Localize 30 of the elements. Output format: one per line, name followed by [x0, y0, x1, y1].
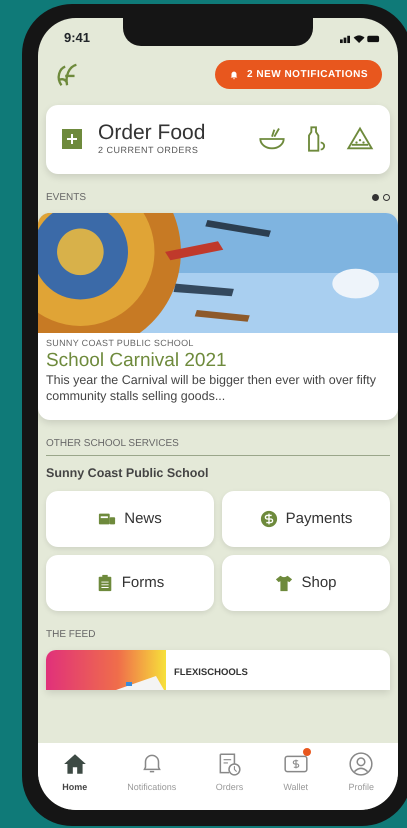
plus-icon [62, 129, 82, 150]
order-food-card[interactable]: Order Food 2 CURRENT ORDERS [46, 105, 390, 174]
service-button[interactable]: Shop [222, 555, 390, 612]
event-school: SUNNY COAST PUBLIC SCHOOL [46, 336, 195, 350]
order-count: 2 CURRENT ORDERS [98, 144, 200, 158]
event-card[interactable]: SUNNY COAST PUBLIC SCHOOL School Carnival 2021 This year the Carnival will be bigger then ever with over fifty community stalls selling goods... [38, 212, 398, 420]
clipboard-icon [96, 574, 114, 592]
service-button[interactable]: News [46, 491, 214, 548]
shirt-icon [275, 574, 294, 592]
order-food-title: Order Food [98, 121, 206, 144]
event-title: School Carnival 2021 [46, 350, 228, 372]
school-name: Sunny Coast Public School [46, 465, 210, 482]
service-button[interactable]: Forms [46, 555, 214, 612]
page-dot[interactable] [372, 194, 379, 201]
feed-source: FLEXISCHOOLS [173, 666, 248, 680]
event-description: This year the Carnival will be bigger then ever with over fifty community stalls selling goods... [46, 372, 378, 404]
section-heading: THE FEED [46, 628, 96, 642]
bell-icon [229, 70, 240, 80]
service-button[interactable]: Payments [222, 491, 390, 548]
page-dot[interactable] [383, 194, 390, 201]
status-icons [340, 32, 380, 44]
dollar-icon [260, 510, 278, 528]
section-heading: EVENTS [46, 190, 86, 205]
profile-icon [348, 750, 374, 776]
section-heading: OTHER SCHOOL SERVICES [46, 436, 390, 456]
status-time: 9:41 [64, 29, 90, 48]
tab-bar-item[interactable]: Home [60, 750, 90, 794]
feed-card[interactable]: FLEXISCHOOLS [46, 650, 390, 690]
notification-dot [302, 748, 311, 756]
notifications-button[interactable]: 2 NEW NOTIFICATIONS [215, 60, 382, 89]
